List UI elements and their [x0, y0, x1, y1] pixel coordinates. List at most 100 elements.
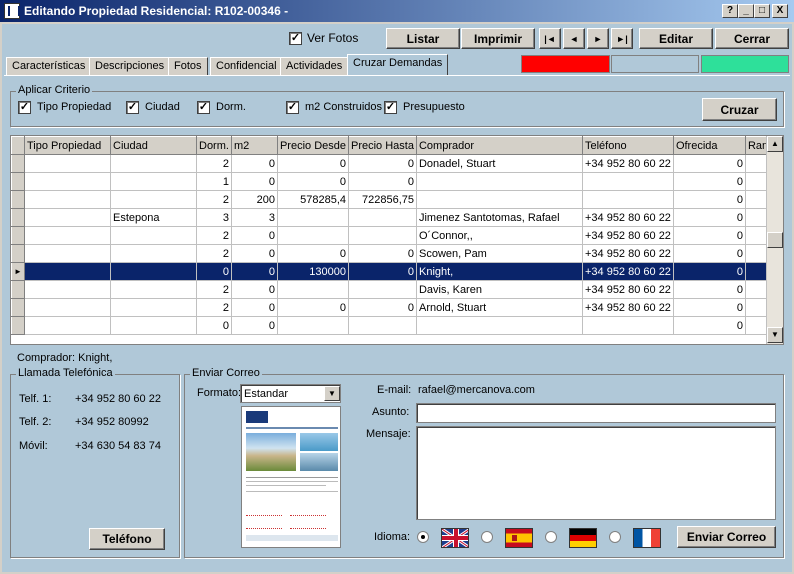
- table-cell[interactable]: 0: [673, 316, 746, 335]
- row-indicator[interactable]: [11, 154, 25, 173]
- column-header[interactable]: Ofrecida: [672, 136, 746, 155]
- table-cell[interactable]: Jimenez Santotomas, Rafael: [416, 208, 583, 227]
- criteria-dorm-checkbox[interactable]: ✓: [197, 101, 210, 114]
- table-cell[interactable]: 2: [196, 280, 232, 299]
- scroll-up-icon[interactable]: ▲: [767, 136, 783, 152]
- table-cell[interactable]: 0: [196, 262, 232, 281]
- help-button[interactable]: ?: [722, 4, 738, 18]
- mensaje-textarea[interactable]: [416, 426, 776, 520]
- table-cell[interactable]: 0: [277, 154, 350, 173]
- table-cell[interactable]: [110, 154, 197, 173]
- imprimir-button[interactable]: Imprimir: [461, 28, 535, 49]
- table-cell[interactable]: 0: [231, 280, 278, 299]
- idioma-radio-de[interactable]: [545, 531, 557, 543]
- table-cell[interactable]: [348, 208, 417, 227]
- table-cell[interactable]: +34 952 80 60 22: [582, 262, 674, 281]
- table-cell[interactable]: [24, 226, 111, 245]
- table-cell[interactable]: 0: [348, 154, 417, 173]
- formato-select[interactable]: Estandar ▼: [240, 384, 341, 403]
- table-cell[interactable]: 1: [196, 172, 232, 191]
- table-cell[interactable]: 2: [196, 244, 232, 263]
- table-cell[interactable]: 2: [196, 154, 232, 173]
- table-cell[interactable]: [24, 280, 111, 299]
- close-window-button[interactable]: X: [772, 4, 788, 18]
- scroll-thumb[interactable]: [767, 232, 783, 248]
- table-cell[interactable]: 2: [196, 226, 232, 245]
- table-row[interactable]: 0006: [11, 316, 780, 335]
- column-header[interactable]: Precio Hasta: [348, 136, 417, 155]
- table-row[interactable]: 2200578285,4722856,7506: [11, 190, 780, 209]
- table-cell[interactable]: +34 952 80 60 22: [582, 208, 674, 227]
- table-cell[interactable]: 0: [231, 298, 278, 317]
- table-cell[interactable]: O´Connor,,: [416, 226, 583, 245]
- table-cell[interactable]: 3: [196, 208, 232, 227]
- table-cell[interactable]: [416, 190, 583, 209]
- table-row[interactable]: 2000Scowen, Pam+34 952 80 60 2206: [11, 244, 780, 263]
- chevron-down-icon[interactable]: ▼: [324, 386, 340, 401]
- table-cell[interactable]: [277, 316, 350, 335]
- tab-cruzar-demandas[interactable]: Cruzar Demandas: [347, 54, 449, 76]
- table-row[interactable]: 100006: [11, 172, 780, 191]
- table-cell[interactable]: [110, 298, 197, 317]
- table-cell[interactable]: 0: [673, 280, 746, 299]
- table-cell[interactable]: [24, 316, 111, 335]
- tab-fotos[interactable]: Fotos: [168, 57, 208, 76]
- maximize-button[interactable]: □: [754, 4, 770, 18]
- table-cell[interactable]: 0: [231, 244, 278, 263]
- table-cell[interactable]: [24, 298, 111, 317]
- idioma-radio-fr[interactable]: [609, 531, 621, 543]
- table-cell[interactable]: Arnold, Stuart: [416, 298, 583, 317]
- tab-confidencial[interactable]: Confidencial: [210, 57, 283, 76]
- prev-record-button[interactable]: ◄: [563, 28, 585, 49]
- first-record-button[interactable]: |◄: [539, 28, 561, 49]
- table-cell[interactable]: 0: [231, 316, 278, 335]
- table-cell[interactable]: [348, 280, 417, 299]
- criteria-presupuesto-checkbox[interactable]: ✓: [384, 101, 397, 114]
- table-cell[interactable]: 0: [673, 172, 746, 191]
- table-cell[interactable]: +34 952 80 60 22: [582, 154, 674, 173]
- table-cell[interactable]: [110, 172, 197, 191]
- table-cell[interactable]: 3: [231, 208, 278, 227]
- table-row[interactable]: 2000Arnold, Stuart+34 952 80 60 2206: [11, 298, 780, 317]
- column-header[interactable]: m2: [230, 136, 278, 155]
- telefono-button[interactable]: Teléfono: [89, 528, 165, 550]
- table-cell[interactable]: [416, 172, 583, 191]
- table-cell[interactable]: 0: [673, 190, 746, 209]
- enviar-correo-button[interactable]: Enviar Correo: [677, 526, 776, 548]
- table-cell[interactable]: [582, 172, 674, 191]
- editar-button[interactable]: Editar: [639, 28, 713, 49]
- table-cell[interactable]: 2: [196, 298, 232, 317]
- table-cell[interactable]: [582, 316, 674, 335]
- last-record-button[interactable]: ►|: [611, 28, 633, 49]
- table-cell[interactable]: 0: [231, 262, 278, 281]
- table-cell[interactable]: [24, 262, 111, 281]
- table-cell[interactable]: +34 952 80 60 22: [582, 226, 674, 245]
- idioma-radio-en[interactable]: [417, 531, 429, 543]
- table-cell[interactable]: +34 952 80 60 22: [582, 280, 674, 299]
- table-cell[interactable]: 2: [196, 190, 232, 209]
- table-cell[interactable]: 0: [231, 172, 278, 191]
- ver-fotos-checkbox[interactable]: ✓: [289, 32, 302, 45]
- table-cell[interactable]: Scowen, Pam: [416, 244, 583, 263]
- table-cell[interactable]: [348, 316, 417, 335]
- table-cell[interactable]: 0: [231, 154, 278, 173]
- table-row[interactable]: 2000Donadel, Stuart+34 952 80 60 2206: [11, 154, 780, 173]
- next-record-button[interactable]: ►: [587, 28, 609, 49]
- table-cell[interactable]: 0: [196, 316, 232, 335]
- table-cell[interactable]: [110, 226, 197, 245]
- row-indicator[interactable]: [11, 316, 25, 335]
- table-cell[interactable]: 0: [348, 172, 417, 191]
- table-cell[interactable]: [277, 208, 350, 227]
- table-cell[interactable]: +34 952 80 60 22: [582, 244, 674, 263]
- table-cell[interactable]: [277, 280, 350, 299]
- table-cell[interactable]: 0: [673, 226, 746, 245]
- row-indicator[interactable]: [11, 190, 25, 209]
- column-header[interactable]: Ciudad: [110, 136, 197, 155]
- column-header[interactable]: Comprador: [415, 136, 583, 155]
- table-cell[interactable]: 0: [277, 298, 350, 317]
- criteria-tipo-propiedad-checkbox[interactable]: ✓: [18, 101, 31, 114]
- table-row[interactable]: 20Davis, Karen+34 952 80 60 2206: [11, 280, 780, 299]
- row-indicator[interactable]: [11, 244, 25, 263]
- table-cell[interactable]: [110, 316, 197, 335]
- table-cell[interactable]: 0: [673, 298, 746, 317]
